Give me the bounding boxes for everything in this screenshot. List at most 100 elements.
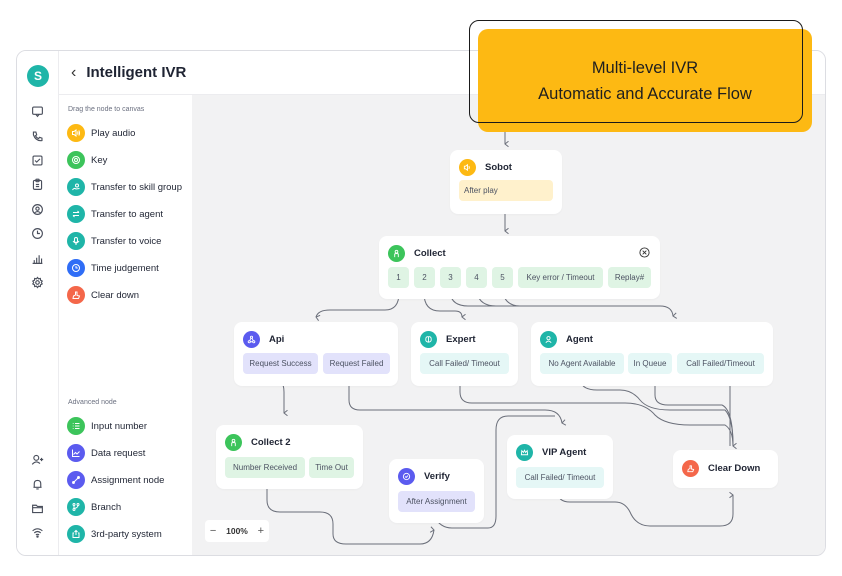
node-clear-down[interactable]: Clear Down xyxy=(673,450,778,488)
port-key-2[interactable]: 2 xyxy=(414,267,435,288)
port-key-error-timeout[interactable]: Key error / Timeout xyxy=(518,267,603,288)
user-add-icon[interactable] xyxy=(29,451,45,467)
gear-icon[interactable] xyxy=(29,274,45,290)
app-logo[interactable]: S xyxy=(27,65,49,87)
clock-icon[interactable] xyxy=(29,225,45,241)
node-expert[interactable]: Expert Call Failed/ Timeout xyxy=(411,322,518,386)
node-title: Verify xyxy=(424,471,450,482)
palette-item-play-audio[interactable]: Play audio xyxy=(67,123,135,143)
clipboard-icon[interactable] xyxy=(29,176,45,192)
clock-icon xyxy=(67,259,85,277)
port-call-failed-timeout[interactable]: Call Failed/ Timeout xyxy=(420,353,509,374)
api-icon xyxy=(243,331,260,348)
speaker-icon xyxy=(459,159,476,176)
nav-rail: S xyxy=(17,51,59,555)
palette-item-time-judgement[interactable]: Time judgement xyxy=(67,258,159,278)
port-no-agent-available[interactable]: No Agent Available xyxy=(540,353,624,374)
node-title: Collect 2 xyxy=(251,437,291,448)
hand-tap-icon xyxy=(388,245,405,262)
palette-item-label: Data request xyxy=(91,447,146,459)
bell-icon[interactable] xyxy=(29,476,45,492)
speaker-icon xyxy=(67,124,85,142)
hand-icon xyxy=(67,286,85,304)
key-icon xyxy=(67,151,85,169)
back-button[interactable]: ‹ xyxy=(71,64,76,82)
line-chart-icon xyxy=(67,444,85,462)
node-title: Api xyxy=(269,334,285,345)
group-icon xyxy=(67,178,85,196)
palette-item-label: Time judgement xyxy=(91,262,159,274)
hand-icon xyxy=(682,460,699,477)
checkbox-icon[interactable] xyxy=(29,152,45,168)
phone-icon[interactable] xyxy=(29,128,45,144)
palette-item-input-number[interactable]: Input number xyxy=(67,416,147,436)
node-collect[interactable]: Collect 1 2 3 4 5 Key error / Timeout Re… xyxy=(379,236,660,299)
branch-icon xyxy=(67,498,85,516)
port-after-assignment[interactable]: After Assignment xyxy=(398,491,475,512)
node-title: VIP Agent xyxy=(542,447,587,458)
palette-item-label: Branch xyxy=(91,501,122,513)
palette-item-label: Transfer to skill group xyxy=(91,181,182,193)
palette-item-transfer-voice[interactable]: Transfer to voice xyxy=(67,231,161,251)
user-circle-icon[interactable] xyxy=(29,201,45,217)
palette-item-data-request[interactable]: Data request xyxy=(67,443,145,463)
banner-outline xyxy=(469,20,803,123)
node-title: Agent xyxy=(566,334,593,345)
palette-item-label: Clear down xyxy=(91,289,140,301)
node-title: Collect xyxy=(414,248,446,259)
node-title: Expert xyxy=(446,334,476,345)
palette-item-label: 3rd-party system xyxy=(91,528,162,540)
export-icon xyxy=(67,525,85,543)
port-key-5[interactable]: 5 xyxy=(492,267,513,288)
port-replay[interactable]: Replay# xyxy=(608,267,651,288)
crown-icon xyxy=(516,444,533,461)
brain-icon xyxy=(420,331,437,348)
node-verify[interactable]: Verify After Assignment xyxy=(389,459,484,523)
palette-item-transfer-skill-group[interactable]: Transfer to skill group xyxy=(67,177,182,197)
port-after-play[interactable]: After play xyxy=(459,180,553,201)
zoom-out-button[interactable]: − xyxy=(210,525,216,537)
microphone-icon xyxy=(67,232,85,250)
palette-item-3rd-party-system[interactable]: 3rd-party system xyxy=(67,524,162,544)
port-call-failed-timeout[interactable]: Call Failed/ Timeout xyxy=(516,467,604,488)
palette-item-label: Transfer to agent xyxy=(91,208,163,220)
node-sobot[interactable]: Sobot After play xyxy=(450,150,562,214)
chat-icon[interactable] xyxy=(29,103,45,119)
transfer-icon xyxy=(67,205,85,223)
port-request-failed[interactable]: Request Failed xyxy=(323,353,390,374)
palette-item-branch[interactable]: Branch xyxy=(67,497,121,517)
zoom-in-button[interactable]: + xyxy=(258,525,264,537)
node-title: Sobot xyxy=(485,162,512,173)
node-collect-2[interactable]: Collect 2 Number Received Time Out xyxy=(216,425,363,489)
node-agent[interactable]: Agent No Agent Available In Queue Call F… xyxy=(531,322,773,386)
zoom-control: − 100% + xyxy=(205,520,269,542)
page-title: Intelligent IVR xyxy=(86,64,187,81)
node-api[interactable]: Api Request Success Request Failed xyxy=(234,322,398,386)
link-icon xyxy=(67,471,85,489)
palette-item-label: Play audio xyxy=(91,127,136,139)
port-call-failed-timeout[interactable]: Call Failed/Timeout xyxy=(677,353,764,374)
port-key-4[interactable]: 4 xyxy=(466,267,487,288)
port-key-1[interactable]: 1 xyxy=(388,267,409,288)
palette-item-clear-down[interactable]: Clear down xyxy=(67,285,139,305)
palette-item-key[interactable]: Key xyxy=(67,150,107,170)
node-title: Clear Down xyxy=(708,463,761,474)
badge-check-icon xyxy=(398,468,415,485)
bar-chart-icon[interactable] xyxy=(29,250,45,266)
port-in-queue[interactable]: In Queue xyxy=(628,353,672,374)
palette-item-label: Input number xyxy=(91,420,147,432)
node-vip-agent[interactable]: VIP Agent Call Failed/ Timeout xyxy=(507,435,613,499)
palette-item-transfer-agent[interactable]: Transfer to agent xyxy=(67,204,163,224)
close-icon[interactable] xyxy=(639,247,650,258)
port-request-success[interactable]: Request Success xyxy=(243,353,318,374)
port-number-received[interactable]: Number Received xyxy=(225,457,305,478)
user-icon xyxy=(540,331,557,348)
wifi-icon[interactable] xyxy=(29,524,45,540)
port-key-3[interactable]: 3 xyxy=(440,267,461,288)
folder-icon[interactable] xyxy=(29,500,45,516)
palette-section-label: Drag the node to canvas xyxy=(68,106,145,113)
port-time-out[interactable]: Time Out xyxy=(309,457,354,478)
palette-item-assignment-node[interactable]: Assignment node xyxy=(67,470,164,490)
palette-item-label: Assignment node xyxy=(91,474,165,486)
palette-item-label: Transfer to voice xyxy=(91,235,162,247)
